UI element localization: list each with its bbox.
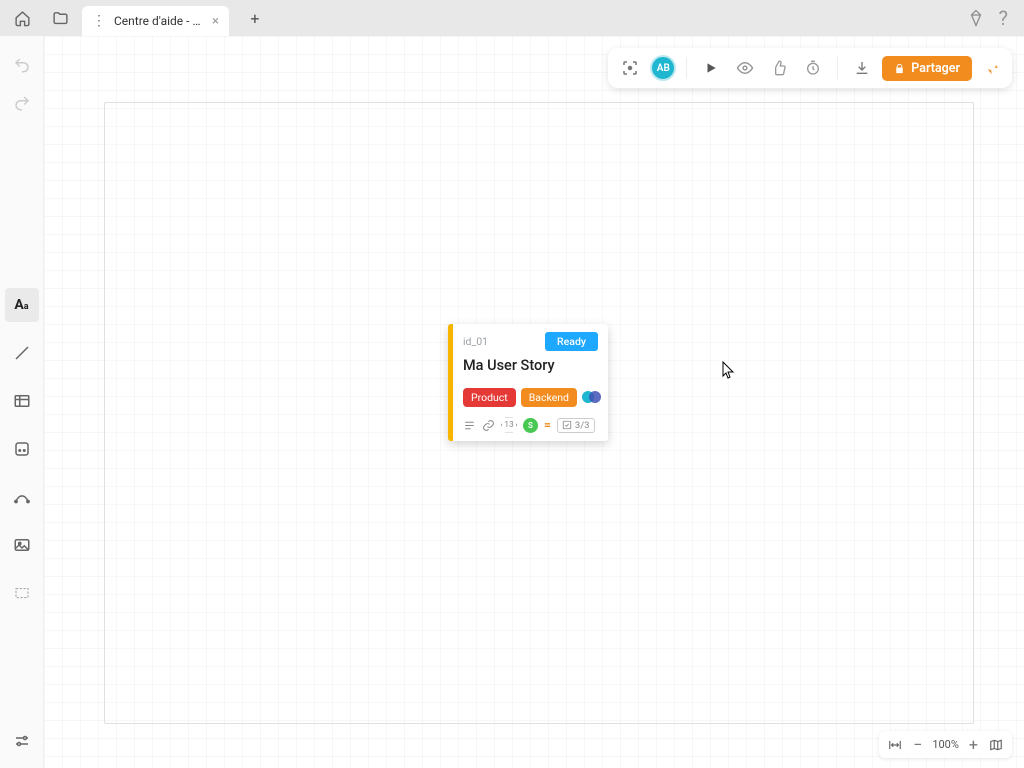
focus-icon — [621, 59, 639, 77]
folder-icon — [52, 10, 69, 27]
assignee-avatar[interactable]: S — [523, 418, 538, 433]
minimap-button[interactable] — [988, 738, 1004, 752]
status-badge[interactable]: Ready — [545, 332, 598, 351]
fit-width-icon — [887, 738, 903, 752]
close-icon[interactable]: × — [212, 14, 219, 29]
projects-button[interactable] — [44, 4, 76, 32]
timer-button[interactable] — [799, 54, 827, 82]
sliders-icon — [13, 732, 31, 750]
tab-label: Centre d'aide - Cu… — [114, 14, 204, 28]
home-icon — [14, 10, 31, 27]
redo-button[interactable] — [5, 86, 39, 120]
eye-icon — [736, 59, 754, 77]
redo-icon — [13, 94, 31, 112]
share-button-label: Partager — [911, 61, 960, 76]
new-tab-button[interactable]: + — [241, 4, 269, 32]
reactions-button[interactable] — [765, 54, 793, 82]
share-button[interactable]: Partager — [882, 56, 972, 81]
home-button[interactable] — [6, 4, 38, 32]
zoom-out-button[interactable]: − — [913, 735, 922, 754]
line-tool[interactable] — [5, 336, 39, 370]
undo-button[interactable] — [5, 48, 39, 82]
card-title: Ma User Story — [463, 357, 598, 374]
timer-icon — [805, 60, 821, 76]
text-icon: Aa — [14, 297, 28, 313]
table-icon — [13, 392, 31, 410]
tab-bar: ⋮ Centre d'aide - Cu… × + ? — [0, 0, 1024, 36]
tag-product[interactable]: Product — [463, 388, 516, 407]
color-pair-icon[interactable] — [582, 391, 598, 405]
zoom-in-button[interactable]: + — [969, 735, 978, 754]
lock-icon — [894, 63, 905, 74]
undo-icon — [13, 56, 31, 74]
pin-button[interactable] — [978, 59, 1004, 77]
connector-tool[interactable] — [5, 480, 39, 514]
settings-tool[interactable] — [5, 724, 39, 758]
image-tool[interactable] — [5, 528, 39, 562]
tag-backend[interactable]: Backend — [521, 388, 577, 407]
tab-menu-icon[interactable]: ⋮ — [92, 13, 106, 29]
line-icon — [13, 344, 31, 362]
tab-active[interactable]: ⋮ Centre d'aide - Cu… × — [82, 6, 229, 36]
pin-icon — [982, 59, 1000, 77]
card-id: id_01 — [463, 335, 488, 348]
play-icon — [704, 61, 718, 75]
frame-tool[interactable] — [5, 576, 39, 610]
sticky-icon — [13, 440, 31, 458]
checklist-count: 3/3 — [575, 420, 590, 431]
description-icon[interactable] — [463, 419, 476, 432]
story-card[interactable]: id_01 Ready Ma User Story Product Backen… — [448, 324, 608, 441]
avatar[interactable]: AB — [650, 55, 676, 81]
focus-button[interactable] — [616, 54, 644, 82]
story-points[interactable]: 13 — [501, 417, 517, 433]
canvas[interactable]: AB Partager — [44, 36, 1024, 768]
visibility-button[interactable] — [731, 54, 759, 82]
context-toolbar: AB Partager — [608, 48, 1012, 88]
download-button[interactable] — [848, 54, 876, 82]
sticky-tool[interactable] — [5, 432, 39, 466]
fit-width-button[interactable] — [887, 738, 903, 752]
checklist-indicator[interactable]: 3/3 — [557, 418, 595, 433]
checkbox-icon — [562, 420, 572, 430]
table-tool[interactable] — [5, 384, 39, 418]
present-button[interactable] — [697, 54, 725, 82]
left-toolbar: Aa — [0, 36, 44, 768]
download-icon — [854, 60, 870, 76]
text-tool[interactable]: Aa — [5, 288, 39, 322]
zoom-bar: − 100% + — [879, 731, 1012, 758]
frame-icon — [13, 584, 31, 602]
link-icon[interactable] — [482, 419, 495, 432]
zoom-level: 100% — [932, 738, 959, 751]
thumbs-up-icon — [771, 60, 787, 76]
image-icon — [13, 536, 31, 554]
map-icon — [988, 738, 1004, 752]
diamond-icon[interactable] — [967, 9, 985, 27]
connector-icon — [13, 488, 31, 506]
avatar-initials: AB — [657, 63, 670, 74]
priority-icon[interactable]: = — [544, 418, 551, 432]
help-icon[interactable]: ? — [999, 6, 1008, 30]
